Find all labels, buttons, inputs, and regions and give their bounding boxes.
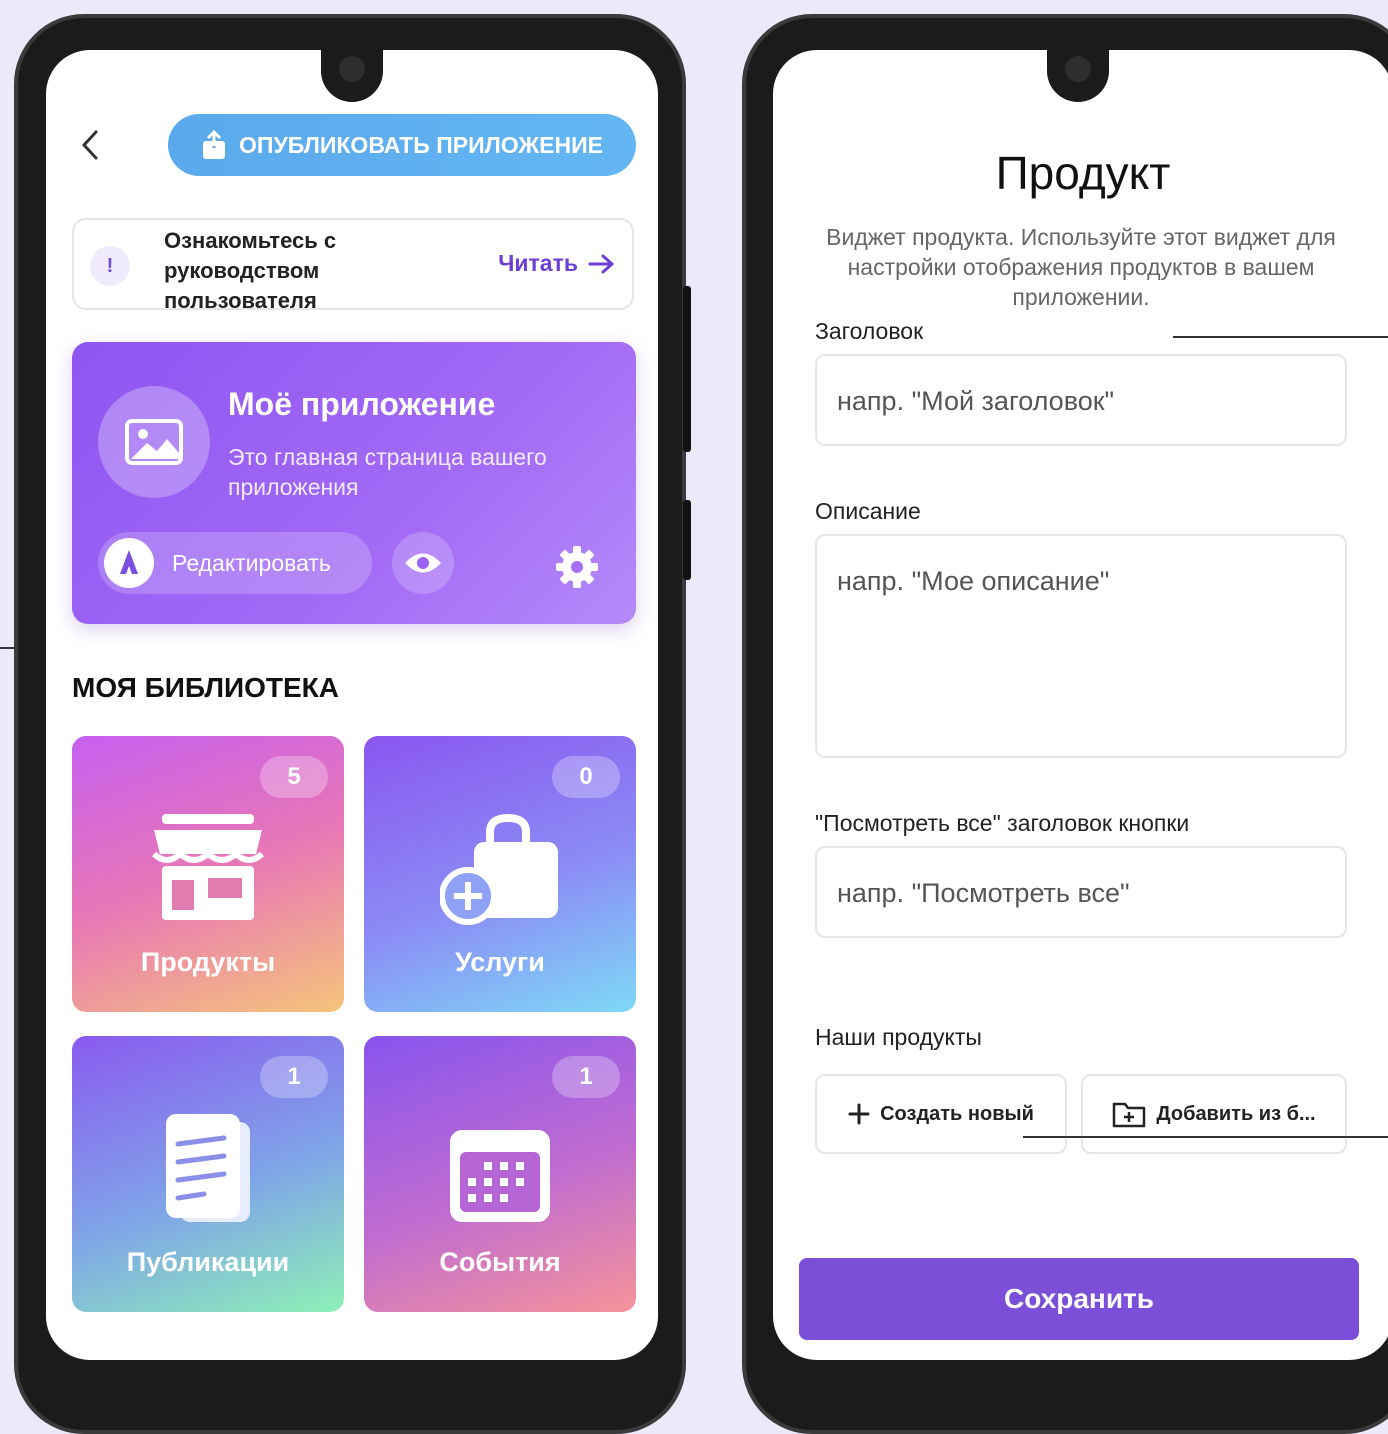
chevron-left-icon bbox=[81, 130, 98, 160]
left-phone-frame: ОПУБЛИКОВАТЬ ПРИЛОЖЕНИЕ ! Ознакомьтесь с… bbox=[14, 14, 686, 1434]
description-placeholder: напр. "Мое описание" bbox=[837, 566, 1110, 596]
eye-icon bbox=[405, 553, 441, 573]
app-avatar bbox=[98, 386, 210, 498]
our-products-label: Наши продукты bbox=[815, 1024, 982, 1050]
publish-label: ОПУБЛИКОВАТЬ ПРИЛОЖЕНИЕ bbox=[239, 131, 603, 158]
folder-plus-icon bbox=[1113, 1102, 1146, 1128]
front-camera bbox=[339, 56, 365, 82]
left-phone-screen: ОПУБЛИКОВАТЬ ПРИЛОЖЕНИЕ ! Ознакомьтесь с… bbox=[46, 50, 658, 1360]
documents-icon bbox=[160, 1112, 256, 1233]
page-description: Виджет продукта. Используйте этот виджет… bbox=[826, 224, 1336, 310]
tile-count-badge: 0 bbox=[552, 756, 620, 798]
description-field-label: Описание bbox=[815, 498, 921, 524]
tile-label: Услуги bbox=[455, 947, 545, 977]
tile-count-badge: 1 bbox=[260, 1056, 328, 1098]
right-phone-frame: Продукт Виджет продукта. Используйте это… bbox=[742, 14, 1388, 1434]
library-tile-events[interactable]: 1 События bbox=[364, 1036, 636, 1312]
tile-label: События bbox=[439, 1247, 561, 1277]
back-button[interactable] bbox=[76, 128, 106, 162]
tile-label: Публикации bbox=[126, 1247, 290, 1277]
read-guide-link[interactable]: Читать bbox=[498, 250, 616, 277]
user-guide-banner[interactable]: ! Ознакомьтесь с руководством пользовате… bbox=[72, 218, 634, 313]
right-phone-screen: Продукт Виджет продукта. Используйте это… bbox=[773, 50, 1388, 1360]
save-button[interactable]: Сохранить bbox=[799, 1258, 1359, 1340]
heading-input[interactable]: напр. "Мой заголовок" bbox=[815, 354, 1347, 446]
annotation-line-buttons bbox=[1023, 1136, 1388, 1138]
library-tile-services[interactable]: 0 Услуги bbox=[364, 736, 636, 1012]
description-textarea[interactable]: напр. "Мое описание" bbox=[815, 534, 1347, 758]
gear-icon bbox=[556, 546, 598, 588]
share-upload-icon bbox=[203, 130, 226, 159]
front-camera bbox=[1065, 56, 1091, 82]
edit-label: Редактировать bbox=[172, 549, 331, 576]
tile-label: Продукты bbox=[140, 947, 276, 977]
info-circle-icon: ! bbox=[90, 246, 130, 286]
library-tile-posts[interactable]: 1 Публикации bbox=[72, 1036, 344, 1312]
view-all-input[interactable]: напр. "Посмотреть все" bbox=[815, 846, 1347, 938]
library-tile-products[interactable]: 5 Продукты bbox=[72, 736, 344, 1012]
my-app-card: Моё приложение Это главная страница ваше… bbox=[72, 342, 636, 624]
publish-app-button[interactable]: ОПУБЛИКОВАТЬ ПРИЛОЖЕНИЕ bbox=[168, 114, 636, 176]
edit-app-button[interactable]: Редактировать bbox=[98, 532, 372, 594]
volume-button-lower bbox=[683, 500, 691, 580]
camera-notch bbox=[1047, 50, 1109, 102]
camera-notch bbox=[321, 50, 383, 102]
settings-button[interactable] bbox=[552, 542, 602, 592]
create-new-label: Создать новый bbox=[880, 1102, 1034, 1125]
pen-nib-icon bbox=[104, 538, 154, 588]
arrow-right-icon bbox=[588, 254, 614, 273]
add-from-library-button[interactable]: Добавить из б... bbox=[1081, 1074, 1347, 1154]
tile-count-badge: 5 bbox=[260, 756, 328, 798]
create-new-button[interactable]: Создать новый bbox=[815, 1074, 1067, 1154]
heading-placeholder: напр. "Мой заголовок" bbox=[837, 386, 1115, 416]
library-title: МОЯ БИБЛИОТЕКА bbox=[72, 672, 339, 703]
view-all-field-label: "Посмотреть все" заголовок кнопки bbox=[815, 810, 1190, 836]
page-title: Продукт bbox=[995, 147, 1171, 199]
tile-count-badge: 1 bbox=[552, 1056, 620, 1098]
view-all-placeholder: напр. "Посмотреть все" bbox=[837, 878, 1130, 908]
image-icon bbox=[125, 419, 183, 465]
calendar-icon bbox=[448, 1128, 552, 1229]
plus-icon bbox=[848, 1103, 870, 1125]
volume-button-upper bbox=[683, 286, 691, 452]
guide-text: Ознакомьтесь с руководством пользователя bbox=[164, 228, 337, 313]
annotation-line-heading bbox=[1173, 336, 1388, 338]
preview-button[interactable] bbox=[392, 532, 454, 594]
app-subtitle: Это главная страница вашего приложения bbox=[228, 444, 547, 500]
read-label: Читать bbox=[498, 250, 578, 276]
app-title: Моё приложение bbox=[228, 386, 496, 422]
storefront-icon bbox=[151, 812, 265, 927]
bag-plus-icon bbox=[439, 812, 560, 933]
heading-field-label: Заголовок bbox=[815, 318, 924, 344]
add-from-library-label: Добавить из б... bbox=[1156, 1102, 1316, 1125]
